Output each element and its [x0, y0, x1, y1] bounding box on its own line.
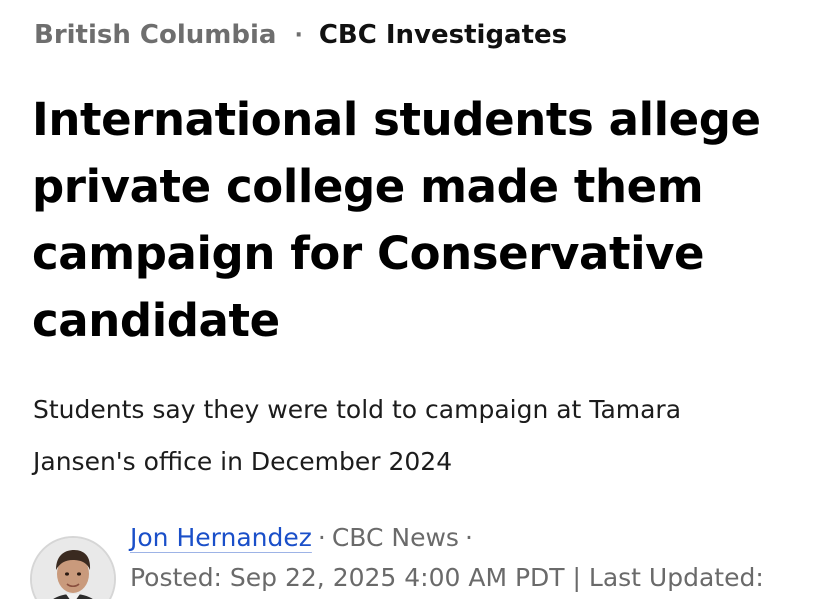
author-photo-icon	[32, 538, 114, 599]
byline-separator-trailing: ·	[464, 523, 473, 552]
byline-author-row: Jon Hernandez · CBC News ·	[130, 518, 820, 558]
byline-timestamp: Posted: Sep 22, 2025 4:00 AM PDT | Last …	[130, 563, 764, 592]
article-deck: Students say they were told to campaign …	[33, 384, 823, 488]
breadcrumb-separator: ·	[294, 22, 303, 48]
breadcrumb: British Columbia · CBC Investigates	[34, 16, 567, 54]
headline-line: International students allege	[32, 93, 761, 146]
byline-separator: ·	[317, 523, 326, 552]
headline-line: private college made them	[32, 160, 704, 213]
breadcrumb-series-link[interactable]: CBC Investigates	[319, 20, 567, 50]
author-avatar[interactable]	[30, 536, 116, 599]
deck-line: Jansen's office in December 2024	[33, 447, 453, 476]
article-headline: International students allege private co…	[32, 86, 812, 354]
byline-outlet: CBC News	[331, 523, 459, 552]
headline-line: candidate	[32, 294, 280, 347]
author-link[interactable]: Jon Hernandez	[130, 523, 312, 552]
article-byline: Jon Hernandez · CBC News · Posted: Sep 22, …	[130, 518, 820, 598]
headline-line: campaign for Conservative	[32, 227, 705, 280]
breadcrumb-section-link[interactable]: British Columbia	[34, 20, 276, 50]
deck-line: Students say they were told to campaign …	[33, 395, 682, 424]
